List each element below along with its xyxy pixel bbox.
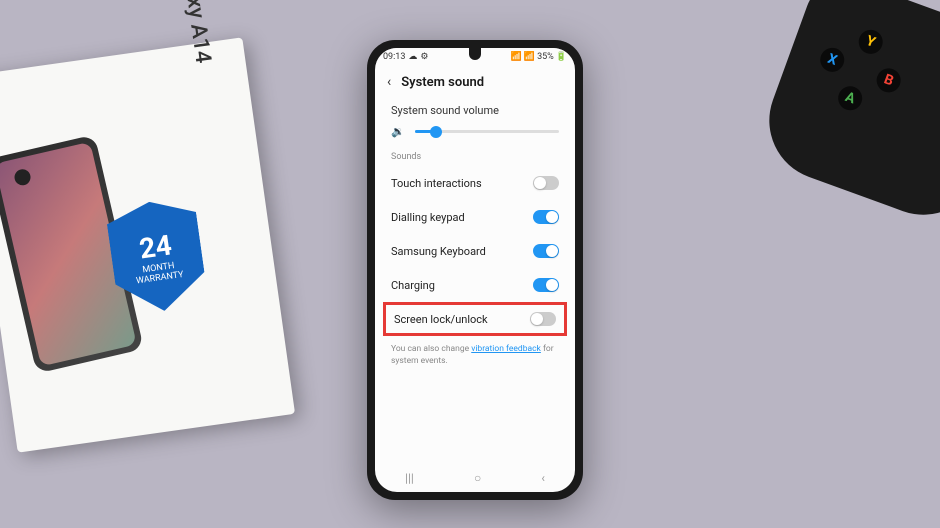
- wifi-icon: 📶: [511, 52, 522, 62]
- section-label: Sounds: [375, 148, 575, 166]
- setting-charging[interactable]: Charging: [375, 268, 575, 302]
- controller-y-button: Y: [855, 27, 886, 58]
- camera-notch: [469, 48, 481, 60]
- slider-thumb[interactable]: [430, 126, 442, 138]
- setting-touch-interactions[interactable]: Touch interactions: [375, 166, 575, 200]
- setting-samsung-keyboard[interactable]: Samsung Keyboard: [375, 234, 575, 268]
- status-time: 09:13: [383, 52, 405, 62]
- footer-prefix: You can also change: [391, 344, 471, 354]
- product-title: Galaxy A14: [175, 0, 215, 65]
- page-title: System sound: [401, 75, 484, 90]
- setting-screen-lock-unlock[interactable]: Screen lock/unlock: [383, 302, 567, 336]
- toggle-touch-interactions[interactable]: [533, 176, 559, 190]
- back-nav-icon[interactable]: ‹: [541, 471, 545, 485]
- back-icon[interactable]: ‹: [387, 74, 391, 90]
- gear-icon: ⚙: [420, 52, 428, 62]
- toggle-samsung-keyboard[interactable]: [533, 244, 559, 258]
- recents-icon[interactable]: |||: [405, 471, 414, 485]
- toggle-screen-lock-unlock[interactable]: [530, 312, 556, 326]
- phone-device: 09:13 ☁ ⚙ 📶 📶 35% 🔋 ‹ System sound Syste…: [367, 40, 583, 500]
- cloud-icon: ☁: [408, 52, 417, 62]
- page-header: ‹ System sound: [375, 66, 575, 98]
- vibration-feedback-link[interactable]: vibration feedback: [471, 344, 541, 354]
- toggle-charging[interactable]: [533, 278, 559, 292]
- setting-label: Charging: [391, 279, 435, 292]
- phone-screen: 09:13 ☁ ⚙ 📶 📶 35% 🔋 ‹ System sound Syste…: [375, 48, 575, 492]
- controller-a-button: A: [835, 83, 866, 114]
- product-box: Galaxy A14 24 MONTH WARRANTY: [0, 37, 295, 452]
- game-controller: Y X B A: [752, 0, 940, 232]
- setting-label: Screen lock/unlock: [394, 313, 488, 326]
- setting-dialling-keypad[interactable]: Dialling keypad: [375, 200, 575, 234]
- controller-b-button: B: [873, 65, 904, 96]
- volume-section: System sound volume 🔉: [375, 98, 575, 148]
- volume-label: System sound volume: [391, 104, 559, 117]
- speaker-icon: 🔉: [391, 125, 405, 138]
- battery-icon: 🔋: [556, 52, 567, 62]
- warranty-number: 24: [137, 228, 173, 265]
- controller-x-button: X: [817, 44, 848, 75]
- navigation-bar: ||| ○ ‹: [375, 466, 575, 490]
- home-icon[interactable]: ○: [474, 471, 481, 485]
- signal-icon: 📶: [524, 52, 535, 62]
- volume-slider[interactable]: [415, 130, 559, 133]
- setting-label: Touch interactions: [391, 177, 482, 190]
- setting-label: Samsung Keyboard: [391, 245, 486, 258]
- footer-note: You can also change vibration feedback f…: [375, 336, 575, 376]
- setting-label: Dialling keypad: [391, 211, 465, 224]
- battery-percent: 35%: [537, 52, 554, 62]
- toggle-dialling-keypad[interactable]: [533, 210, 559, 224]
